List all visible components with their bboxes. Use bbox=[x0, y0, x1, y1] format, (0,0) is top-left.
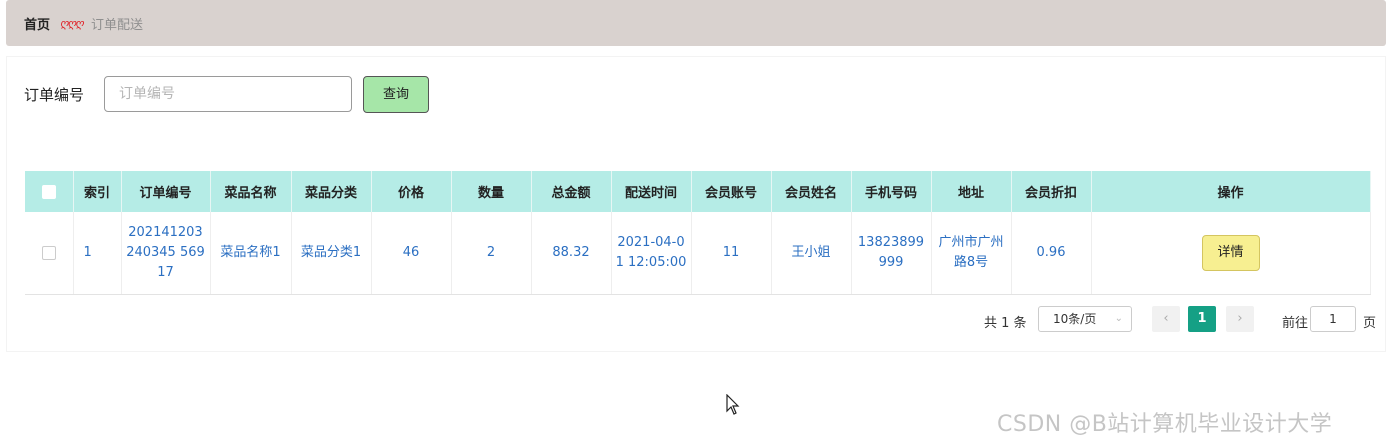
column-header: 会员账号 bbox=[691, 171, 772, 212]
cell-index: 1 bbox=[73, 212, 122, 295]
cell-quantity: 2 bbox=[451, 212, 532, 295]
select-all-checkbox[interactable] bbox=[25, 171, 74, 212]
cell-phone: 13823899999 bbox=[851, 212, 932, 295]
cell-delivery-time: 2021-04-01 12:05:00 bbox=[611, 212, 692, 295]
page-size-value: 10条/页 bbox=[1053, 312, 1097, 326]
column-header: 索引 bbox=[73, 171, 122, 212]
main-panel: 订单编号 查询 索引 订单编号 菜品名称 菜品分类 价格 数量 总金额 配送时间… bbox=[6, 56, 1386, 352]
column-header: 菜品分类 bbox=[291, 171, 372, 212]
cell-price: 46 bbox=[371, 212, 452, 295]
orders-table: 索引 订单编号 菜品名称 菜品分类 价格 数量 总金额 配送时间 会员账号 会员… bbox=[25, 171, 1371, 295]
column-header: 数量 bbox=[451, 171, 532, 212]
column-header: 配送时间 bbox=[611, 171, 692, 212]
cell-discount: 0.96 bbox=[1011, 212, 1092, 295]
table-header-row: 索引 订单编号 菜品名称 菜品分类 价格 数量 总金额 配送时间 会员账号 会员… bbox=[25, 171, 1371, 212]
page-unit-label: 页 bbox=[1363, 316, 1377, 331]
search-button[interactable]: 查询 bbox=[363, 76, 429, 113]
search-label: 订单编号 bbox=[24, 86, 85, 104]
chevron-left-icon: ‹ bbox=[1163, 311, 1169, 326]
column-header: 会员折扣 bbox=[1011, 171, 1092, 212]
goto-page-input[interactable]: 1 bbox=[1310, 306, 1356, 332]
column-header: 地址 bbox=[931, 171, 1012, 212]
cell-order-no: 202141203240345 56917 bbox=[121, 212, 211, 295]
column-header: 手机号码 bbox=[851, 171, 932, 212]
column-header: 会员姓名 bbox=[771, 171, 852, 212]
column-header: 价格 bbox=[371, 171, 452, 212]
row-checkbox[interactable] bbox=[25, 212, 74, 295]
page-size-select[interactable]: 10条/页 ⌄ bbox=[1038, 306, 1132, 332]
cell-member-account: 11 bbox=[691, 212, 772, 295]
breadcrumb: 首页 ღღღ 订单配送 bbox=[6, 0, 1386, 46]
column-header: 总金额 bbox=[531, 171, 612, 212]
detail-button[interactable]: 详情 bbox=[1201, 235, 1260, 271]
watermark: CSDN @B站计算机毕业设计大学 bbox=[997, 412, 1333, 437]
column-header: 菜品名称 bbox=[210, 171, 292, 212]
chevron-down-icon: ⌄ bbox=[1114, 313, 1123, 324]
order-no-search-input[interactable] bbox=[104, 76, 352, 112]
prev-page-button[interactable]: ‹ bbox=[1152, 306, 1180, 332]
cell-dish-name: 菜品名称1 bbox=[210, 212, 292, 295]
column-header: 订单编号 bbox=[121, 171, 211, 212]
cell-address: 广州市广州路8号 bbox=[931, 212, 1012, 295]
table-row: 1 202141203240345 56917 菜品名称1 菜品分类1 46 2… bbox=[25, 212, 1371, 295]
total-count: 共 1 条 bbox=[984, 316, 1027, 331]
breadcrumb-separator-icon: ღღღ bbox=[60, 16, 84, 30]
breadcrumb-current: 订单配送 bbox=[90, 17, 143, 33]
goto-label: 前往 bbox=[1282, 316, 1309, 331]
column-header: 操作 bbox=[1091, 171, 1371, 212]
cell-member-name: 王小姐 bbox=[771, 212, 852, 295]
next-page-button[interactable]: › bbox=[1226, 306, 1254, 332]
page-number-current[interactable]: 1 bbox=[1188, 306, 1216, 332]
chevron-right-icon: › bbox=[1237, 311, 1243, 326]
cell-dish-category: 菜品分类1 bbox=[291, 212, 372, 295]
cell-actions: 详情 bbox=[1091, 212, 1371, 295]
breadcrumb-home[interactable]: 首页 bbox=[24, 14, 50, 33]
cell-total: 88.32 bbox=[531, 212, 612, 295]
mouse-cursor-icon bbox=[726, 394, 740, 415]
